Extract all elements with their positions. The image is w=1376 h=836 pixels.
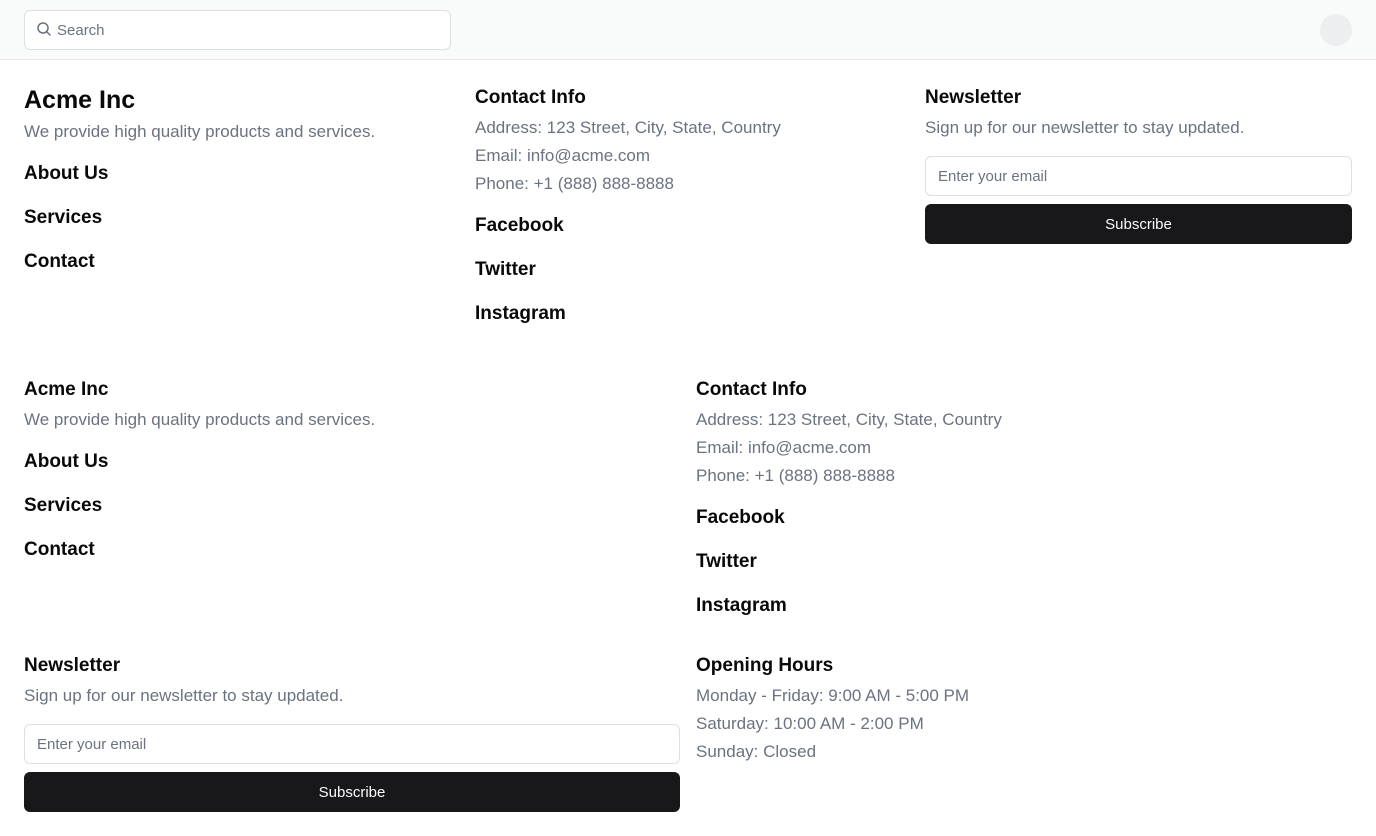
link-facebook[interactable]: Facebook	[696, 507, 785, 529]
link-about-us[interactable]: About Us	[24, 451, 108, 473]
newsletter-title: Newsletter	[925, 87, 1022, 108]
newsletter-description: Sign up for our newsletter to stay updat…	[24, 686, 344, 705]
link-contact[interactable]: Contact	[24, 539, 95, 561]
newsletter-email-box[interactable]	[925, 156, 1352, 196]
hours-weekdays: Monday - Friday: 9:00 AM - 5:00 PM	[696, 686, 970, 705]
hours-sunday: Sunday: Closed	[696, 742, 817, 761]
top-bar	[0, 0, 1376, 60]
newsletter-email-input[interactable]	[25, 725, 679, 763]
contact-info-title: Contact Info	[475, 87, 586, 108]
company-name: Acme Inc	[24, 86, 136, 114]
contact-phone: Phone: +1 (888) 888-8888	[696, 466, 895, 485]
link-services[interactable]: Services	[24, 495, 102, 517]
link-about-us[interactable]: About Us	[24, 163, 108, 185]
subscribe-button[interactable]: Subscribe	[24, 772, 680, 812]
company-tagline: We provide high quality products and ser…	[24, 410, 376, 429]
contact-phone: Phone: +1 (888) 888-8888	[475, 174, 674, 193]
search-input[interactable]	[57, 11, 445, 49]
subscribe-button[interactable]: Subscribe	[925, 204, 1352, 244]
link-twitter[interactable]: Twitter	[696, 551, 757, 573]
link-instagram[interactable]: Instagram	[475, 303, 566, 325]
search-icon	[37, 22, 51, 36]
link-facebook[interactable]: Facebook	[475, 215, 564, 237]
link-services[interactable]: Services	[24, 207, 102, 229]
link-twitter[interactable]: Twitter	[475, 259, 536, 281]
opening-hours-title: Opening Hours	[696, 655, 834, 676]
contact-address: Address: 123 Street, City, State, Countr…	[696, 410, 1002, 429]
link-instagram[interactable]: Instagram	[696, 595, 787, 617]
link-contact[interactable]: Contact	[24, 251, 95, 273]
newsletter-email-input[interactable]	[926, 157, 1351, 195]
newsletter-email-box[interactable]	[24, 724, 680, 764]
company-name: Acme Inc	[24, 379, 109, 400]
hours-saturday: Saturday: 10:00 AM - 2:00 PM	[696, 714, 924, 733]
contact-email: Email: info@acme.com	[696, 438, 872, 457]
contact-address: Address: 123 Street, City, State, Countr…	[475, 118, 781, 137]
avatar[interactable]	[1320, 14, 1352, 46]
newsletter-description: Sign up for our newsletter to stay updat…	[925, 118, 1245, 137]
newsletter-title: Newsletter	[24, 655, 121, 676]
contact-info-title: Contact Info	[696, 379, 807, 400]
contact-email: Email: info@acme.com	[475, 146, 651, 165]
search-box[interactable]	[24, 10, 451, 50]
company-tagline: We provide high quality products and ser…	[24, 122, 376, 141]
